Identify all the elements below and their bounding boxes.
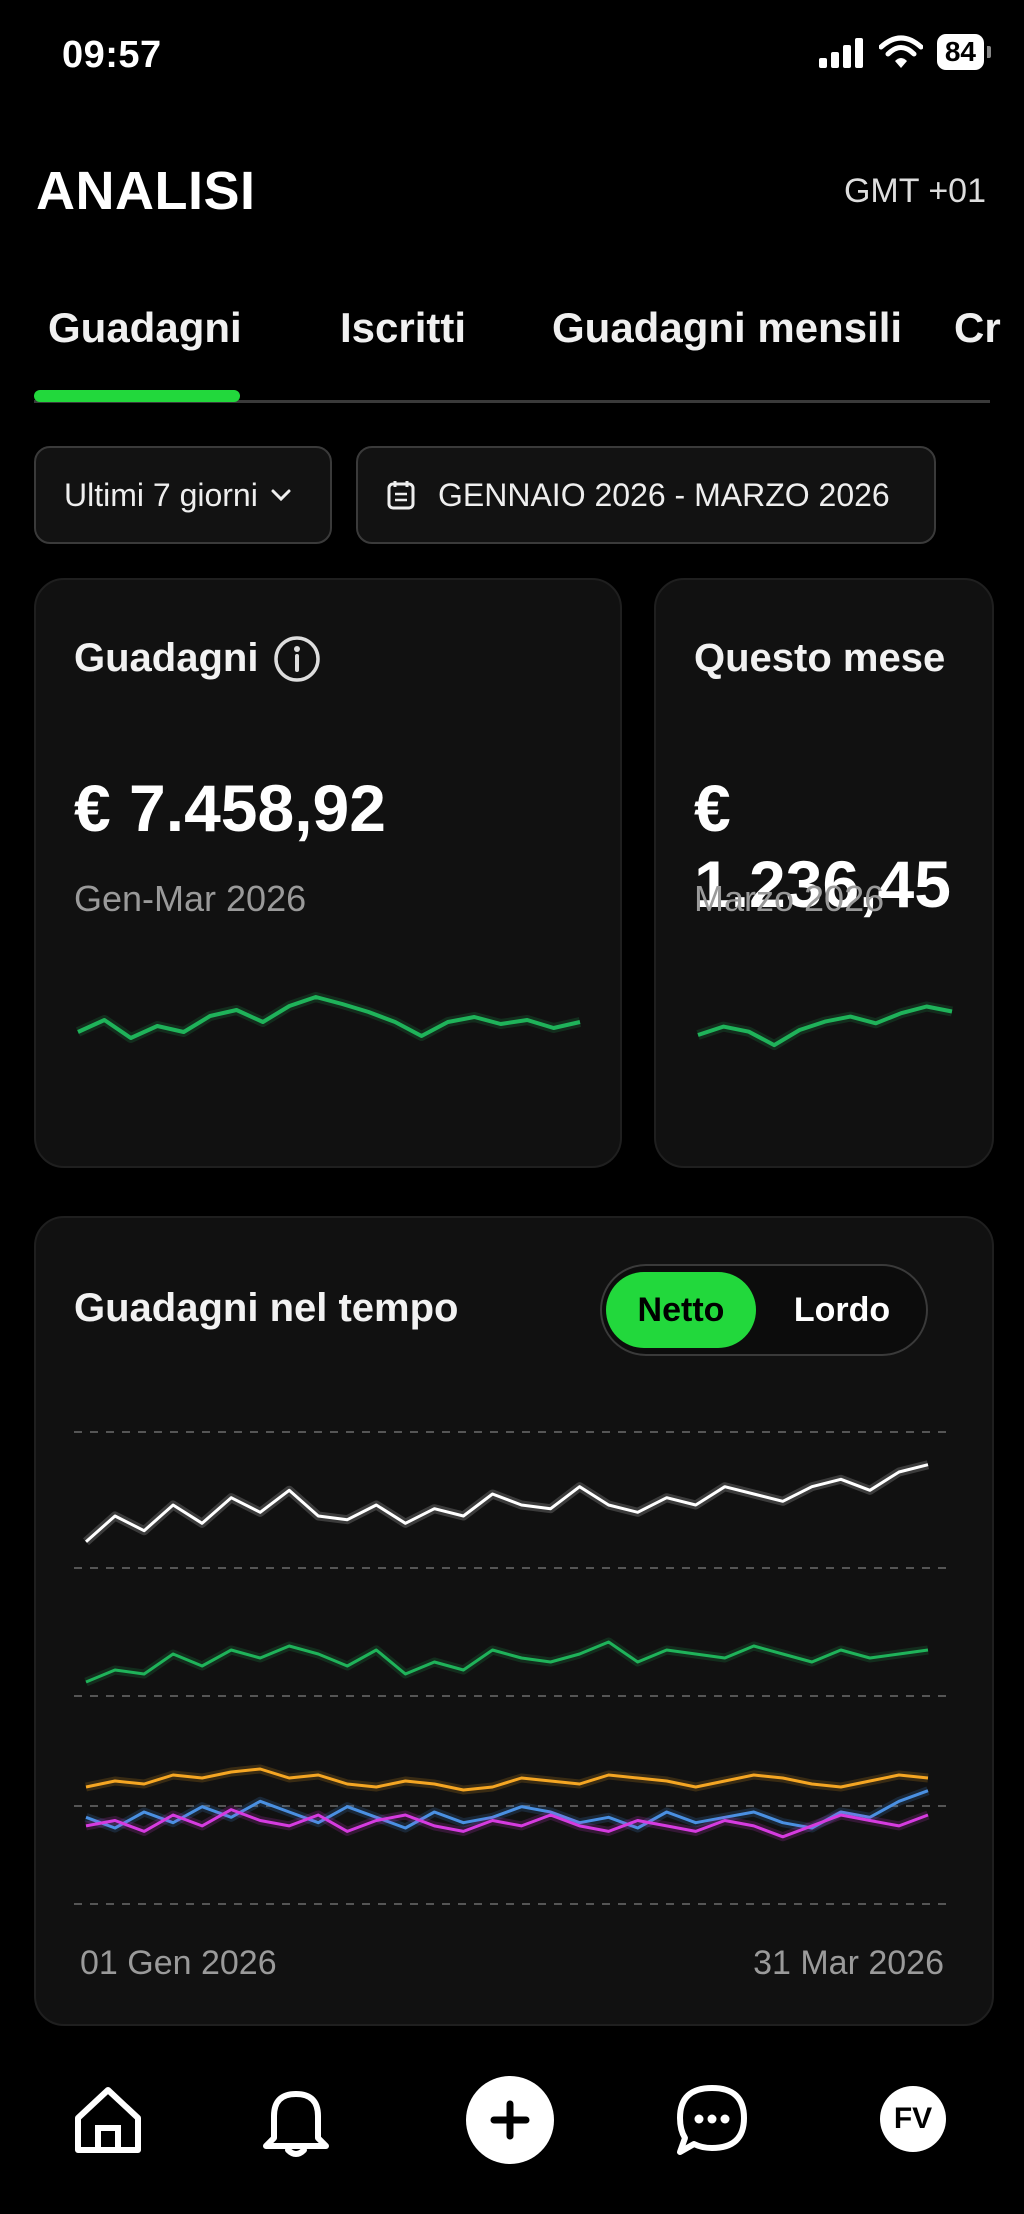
active-tab-indicator — [34, 390, 240, 402]
toggle-lordo[interactable]: Lordo — [770, 1272, 914, 1348]
this-month-title: Questo mese — [694, 636, 946, 680]
status-icons: 84 — [818, 34, 992, 70]
plus-icon[interactable] — [464, 2074, 556, 2166]
range-select[interactable]: Ultimi 7 giorni — [34, 446, 332, 544]
series-orange-line-glow — [85, 1764, 929, 1795]
earnings-sparkline — [75, 992, 582, 1043]
chevron-down-icon — [271, 489, 291, 502]
earnings-card[interactable]: Guadagni € 7.458,92 Gen-Mar 2026 — [34, 578, 622, 1168]
tab-guadagni[interactable]: Guadagni — [48, 304, 242, 352]
this-month-card[interactable]: Questo mese € 1.236,45 Marzo 2026 — [654, 578, 994, 1168]
date-range-label: GENNAIO 2026 - MARZO 2026 — [438, 476, 890, 513]
home-icon[interactable] — [68, 2080, 148, 2160]
series-white-line-glow — [83, 1460, 930, 1546]
wifi-icon — [878, 35, 923, 68]
sparkline-series-glow — [75, 992, 582, 1043]
tab-partial[interactable]: Cr — [954, 304, 1024, 352]
tab-guadagni-mensili[interactable]: Guadagni mensili — [552, 304, 902, 352]
earnings-card-title: Guadagni — [74, 636, 259, 680]
earnings-line-chart — [74, 1431, 954, 1905]
date-range-picker[interactable]: GENNAIO 2026 - MARZO 2026 — [356, 446, 936, 544]
sparkline-series-glow — [696, 1001, 953, 1051]
status-time: 09:57 — [62, 34, 162, 76]
battery-indicator: 84 — [936, 34, 992, 70]
earnings-period: Gen-Mar 2026 — [74, 878, 307, 919]
calendar-icon — [387, 481, 415, 510]
range-select-label: Ultimi 7 giorni — [64, 476, 258, 513]
signal-icon — [818, 38, 863, 68]
info-icon[interactable] — [272, 634, 322, 684]
page-title: ANALISI — [36, 161, 256, 221]
toggle-netto[interactable]: Netto — [606, 1272, 756, 1348]
avatar[interactable]: FV — [880, 2086, 946, 2152]
bell-icon[interactable] — [256, 2080, 336, 2160]
this-month-period: Marzo 2026 — [694, 878, 885, 919]
earnings-amount: € 7.458,92 — [74, 771, 386, 845]
this-month-sparkline — [696, 1001, 953, 1051]
chat-icon[interactable] — [672, 2080, 752, 2160]
x-axis-end-label: 31 Mar 2026 — [753, 1944, 944, 1982]
tab-iscritti[interactable]: Iscritti — [340, 304, 466, 352]
x-axis-start-label: 01 Gen 2026 — [80, 1944, 277, 1982]
earnings-over-time-title: Guadagni nel tempo — [74, 1286, 459, 1330]
timezone-label: GMT +01 — [843, 172, 986, 210]
